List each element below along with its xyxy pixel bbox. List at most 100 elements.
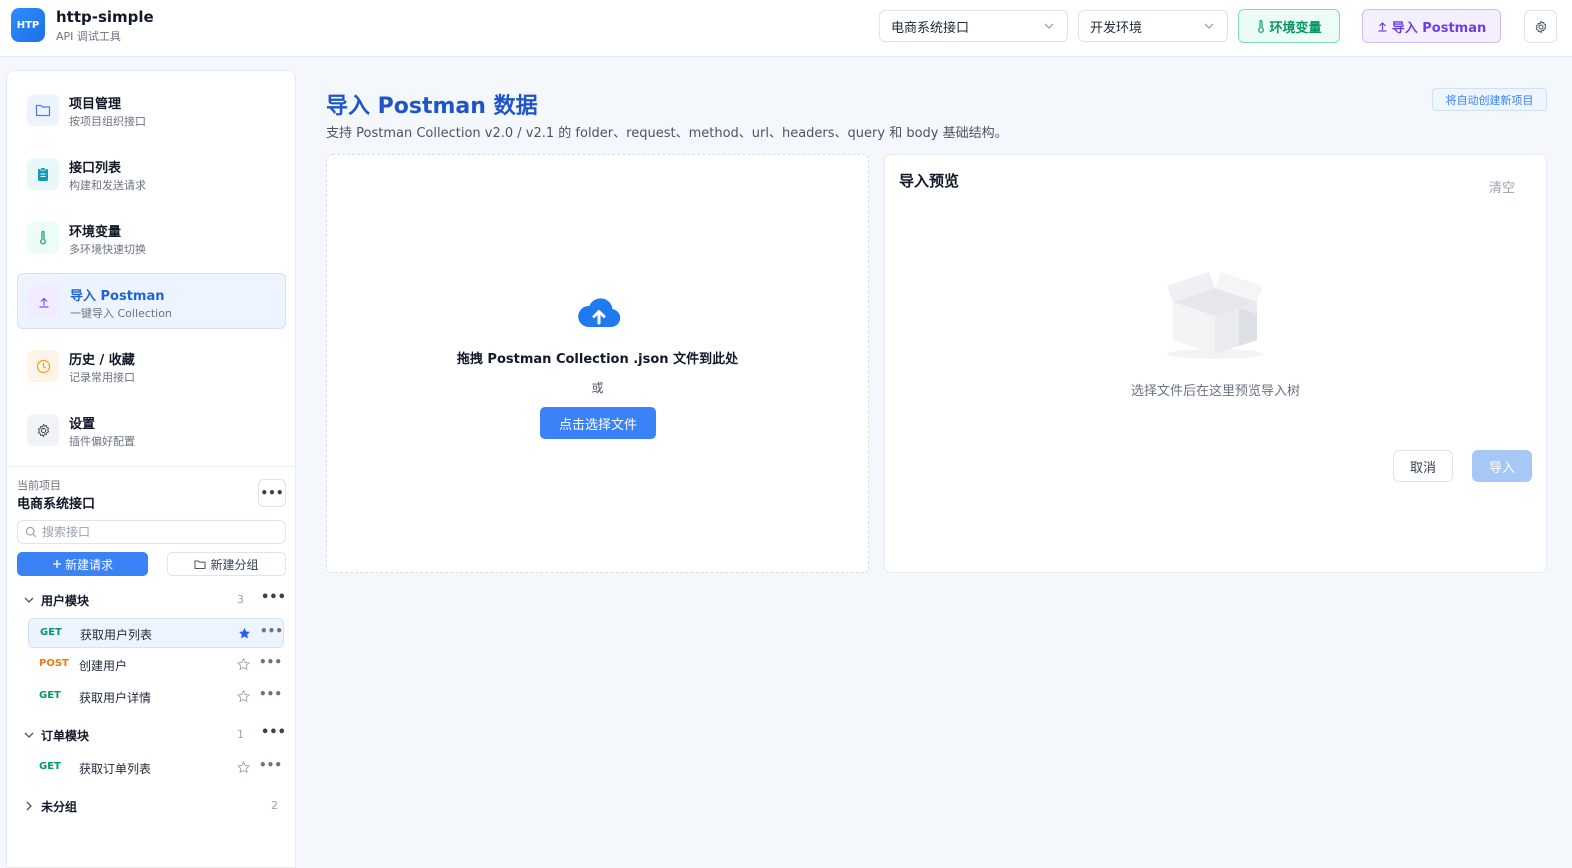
nav-item-history[interactable]: 历史 / 收藏 记录常用接口 [17, 338, 286, 394]
nav-item-sub: 按项目组织接口 [69, 115, 146, 128]
request-method: GET [39, 690, 61, 701]
group-user-module[interactable]: 用户模块 3 ••• [17, 588, 286, 612]
preview-empty-text: 选择文件后在这里预览导入树 [1130, 384, 1300, 399]
thermometer-icon [1258, 19, 1265, 33]
page-title: 导入 Postman 数据 [326, 94, 538, 119]
request-name: 获取用户列表 [80, 628, 153, 642]
chevron-down-icon [1044, 23, 1054, 29]
group-ungrouped[interactable]: 未分组 2 [17, 794, 286, 818]
cancel-button[interactable]: 取消 [1393, 450, 1453, 482]
sidebar: 项目管理 按项目组织接口 接口列表 构建和发送请求 环境变量 多环境快速切换 导… [6, 70, 296, 868]
nav-item-label: 历史 / 收藏 [69, 353, 135, 368]
nav-item-sub: 构建和发送请求 [69, 179, 146, 192]
cloud-upload-icon [578, 298, 621, 328]
new-request-button[interactable]: 新建请求 [17, 552, 148, 576]
request-item[interactable]: GET 获取用户详情 ••• [28, 682, 284, 712]
nav-item-projects[interactable]: 项目管理 按项目组织接口 [17, 82, 286, 138]
group-name: 未分组 [41, 800, 78, 814]
request-method: GET [39, 761, 61, 772]
nav-item-label: 导入 Postman [70, 289, 165, 304]
star-outline-icon[interactable] [237, 761, 250, 774]
request-name: 获取订单列表 [79, 762, 152, 776]
group-more-button[interactable]: ••• [261, 725, 286, 740]
gear-icon [27, 414, 59, 446]
settings-button[interactable] [1524, 10, 1557, 43]
app-logo: HTP [11, 8, 45, 42]
folder-icon [27, 94, 59, 126]
request-method: POST [39, 658, 69, 669]
drop-zone-or: 或 [591, 381, 604, 395]
api-search-box[interactable] [17, 520, 286, 544]
nav-item-sub: 插件偏好配置 [69, 435, 135, 448]
clear-button[interactable]: 清空 [1489, 177, 1515, 196]
nav-item-label: 项目管理 [69, 97, 122, 112]
import-preview-panel: 导入预览 清空 选择文件后在这里预览导入树 取消 导入 [884, 154, 1547, 573]
request-more-button[interactable]: ••• [259, 655, 282, 669]
nav-item-sub: 记录常用接口 [69, 371, 135, 384]
group-name: 用户模块 [41, 594, 90, 608]
group-name: 订单模块 [41, 729, 90, 743]
new-group-button[interactable]: 新建分组 [167, 552, 286, 576]
app-name: http-simple [56, 8, 154, 26]
auto-create-badge: 将自动创建新项目 [1432, 88, 1547, 111]
current-project-label: 当前项目 [17, 479, 61, 492]
star-outline-icon[interactable] [237, 690, 250, 703]
preview-title: 导入预览 [899, 172, 960, 190]
group-more-button[interactable]: ••• [261, 590, 286, 605]
project-select[interactable]: 电商系统接口 [879, 10, 1068, 42]
env-vars-button[interactable]: 环境变量 [1238, 9, 1340, 43]
nav-item-env-vars[interactable]: 环境变量 多环境快速切换 [17, 210, 286, 266]
request-item[interactable]: GET 获取订单列表 ••• [28, 753, 284, 783]
sidebar-divider [7, 466, 295, 467]
request-item[interactable]: POST 创建用户 ••• [28, 650, 284, 680]
nav-item-sub: 一键导入 Collection [70, 307, 172, 320]
import-button[interactable]: 导入 [1472, 450, 1532, 482]
request-more-button[interactable]: ••• [259, 687, 282, 701]
chevron-down-icon [24, 597, 34, 603]
env-vars-button-label: 环境变量 [1269, 20, 1322, 36]
nav-item-settings[interactable]: 设置 插件偏好配置 [17, 402, 286, 458]
chevron-down-icon [24, 732, 34, 738]
plus-icon [52, 560, 61, 568]
chevron-down-icon [1204, 23, 1214, 29]
clipboard-icon [27, 158, 59, 190]
env-select[interactable]: 开发环境 [1078, 10, 1228, 42]
new-group-button-label: 新建分组 [210, 557, 259, 572]
request-name: 创建用户 [79, 659, 128, 673]
current-project-name: 电商系统接口 [17, 497, 96, 512]
import-postman-button[interactable]: 导入 Postman [1362, 9, 1501, 43]
nav-item-import-postman[interactable]: 导入 Postman 一键导入 Collection [17, 273, 286, 329]
nav-item-label: 设置 [69, 417, 96, 432]
env-select-value: 开发环境 [1090, 20, 1143, 36]
file-drop-zone[interactable]: 拖拽 Postman Collection .json 文件到此处 或 点击选择… [326, 154, 869, 573]
group-count: 1 [237, 728, 244, 741]
project-select-value: 电商系统接口 [891, 20, 970, 36]
import-postman-button-label: 导入 Postman [1391, 20, 1487, 36]
request-item[interactable]: GET 获取用户列表 ••• [28, 618, 284, 648]
page-description: 支持 Postman Collection v2.0 / v2.1 的 fold… [326, 126, 1008, 141]
star-filled-icon[interactable] [238, 627, 251, 640]
app-subtitle: API 调试工具 [56, 30, 121, 43]
thermometer-icon [27, 222, 59, 254]
nav-item-label: 环境变量 [69, 225, 122, 240]
folder-icon [194, 560, 206, 569]
nav-item-label: 接口列表 [69, 161, 122, 176]
group-count: 2 [271, 799, 278, 812]
clock-icon [27, 350, 59, 382]
api-search-input[interactable] [42, 524, 277, 540]
group-order-module[interactable]: 订单模块 1 ••• [17, 723, 286, 747]
nav-item-api-list[interactable]: 接口列表 构建和发送请求 [17, 146, 286, 202]
group-count: 3 [237, 593, 244, 606]
upload-icon [28, 286, 60, 318]
search-icon [25, 526, 37, 538]
request-name: 获取用户详情 [79, 691, 152, 705]
gear-icon [1535, 20, 1546, 33]
nav-item-sub: 多环境快速切换 [69, 243, 146, 256]
star-outline-icon[interactable] [237, 658, 250, 671]
upload-icon [1378, 21, 1387, 32]
request-more-button[interactable]: ••• [259, 758, 282, 772]
request-more-button[interactable]: ••• [260, 624, 283, 638]
project-more-button[interactable]: ••• [258, 479, 286, 507]
choose-file-button[interactable]: 点击选择文件 [540, 407, 656, 439]
drop-zone-text: 拖拽 Postman Collection .json 文件到此处 [456, 352, 739, 367]
